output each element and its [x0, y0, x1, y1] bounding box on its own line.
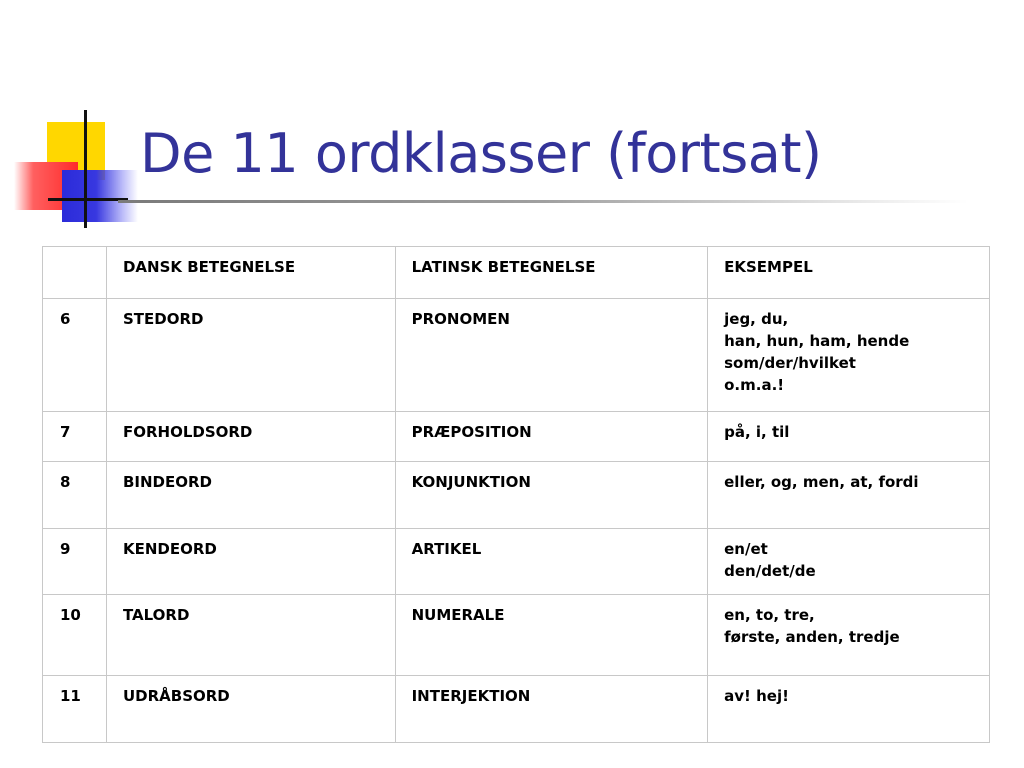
table-row: 10 TALORD NUMERALE en, to, tre, første, …	[42, 594, 990, 676]
example-line: jeg, du,	[724, 310, 789, 328]
cell-latinsk: PRONOMEN	[394, 298, 709, 412]
example-line: den/det/de	[724, 562, 816, 580]
cell-dansk: STEDORD	[105, 298, 396, 412]
cell-number: 8	[42, 461, 107, 529]
table-row: 11 UDRÅBSORD INTERJEKTION av! hej!	[42, 675, 990, 743]
table-row: 6 STEDORD PRONOMEN jeg, du, han, hun, ha…	[42, 298, 990, 412]
example-line: av! hej!	[724, 687, 789, 705]
cell-latinsk: KONJUNKTION	[394, 461, 709, 529]
logo-horizontal-line	[48, 198, 128, 201]
example-line: som/der/hvilket	[724, 354, 856, 372]
cell-dansk: KENDEORD	[105, 528, 396, 595]
logo-blue-square	[62, 170, 138, 222]
example-line: o.m.a.!	[724, 376, 785, 394]
cell-number: 9	[42, 528, 107, 595]
cell-eksempel: på, i, til	[707, 411, 990, 462]
example-line: på, i, til	[724, 423, 790, 441]
table-row: 9 KENDEORD ARTIKEL en/et den/det/de	[42, 528, 990, 595]
cell-dansk: UDRÅBSORD	[105, 675, 396, 743]
cell-latinsk: INTERJEKTION	[394, 675, 709, 743]
example-line: første, anden, tredje	[724, 628, 900, 646]
slide-logo	[0, 100, 150, 235]
cell-eksempel: eller, og, men, at, fordi	[707, 461, 990, 529]
cell-number: 7	[42, 411, 107, 462]
cell-eksempel: en, to, tre, første, anden, tredje	[707, 594, 990, 676]
cell-latinsk: NUMERALE	[394, 594, 709, 676]
cell-latinsk: ARTIKEL	[394, 528, 709, 595]
title-underline	[118, 200, 968, 203]
table-header-row: DANSK BETEGNELSE LATINSK BETEGNELSE EKSE…	[42, 246, 990, 299]
cell-number: 6	[42, 298, 107, 412]
table-row: 7 FORHOLDSORD PRÆPOSITION på, i, til	[42, 411, 990, 462]
example-line: en, to, tre,	[724, 606, 815, 624]
cell-latinsk: PRÆPOSITION	[394, 411, 709, 462]
logo-vertical-line	[84, 110, 87, 228]
header-cell-number	[42, 246, 107, 299]
cell-number: 11	[42, 675, 107, 743]
cell-dansk: TALORD	[105, 594, 396, 676]
cell-dansk: BINDEORD	[105, 461, 396, 529]
cell-number: 10	[42, 594, 107, 676]
cell-eksempel: av! hej!	[707, 675, 990, 743]
example-line: eller, og, men, at, fordi	[724, 473, 919, 491]
cell-eksempel: jeg, du, han, hun, ham, hende som/der/hv…	[707, 298, 990, 412]
header-cell-eksempel: EKSEMPEL	[707, 246, 990, 299]
table-row: 8 BINDEORD KONJUNKTION eller, og, men, a…	[42, 461, 990, 529]
cell-dansk: FORHOLDSORD	[105, 411, 396, 462]
header-cell-dansk: DANSK BETEGNELSE	[105, 246, 396, 299]
cell-eksempel: en/et den/det/de	[707, 528, 990, 595]
header-cell-latinsk: LATINSK BETEGNELSE	[394, 246, 709, 299]
word-class-table: DANSK BETEGNELSE LATINSK BETEGNELSE EKSE…	[42, 246, 990, 743]
example-line: en/et	[724, 540, 768, 558]
example-line: han, hun, ham, hende	[724, 332, 910, 350]
slide-title: De 11 ordklasser (fortsat)	[140, 122, 822, 185]
